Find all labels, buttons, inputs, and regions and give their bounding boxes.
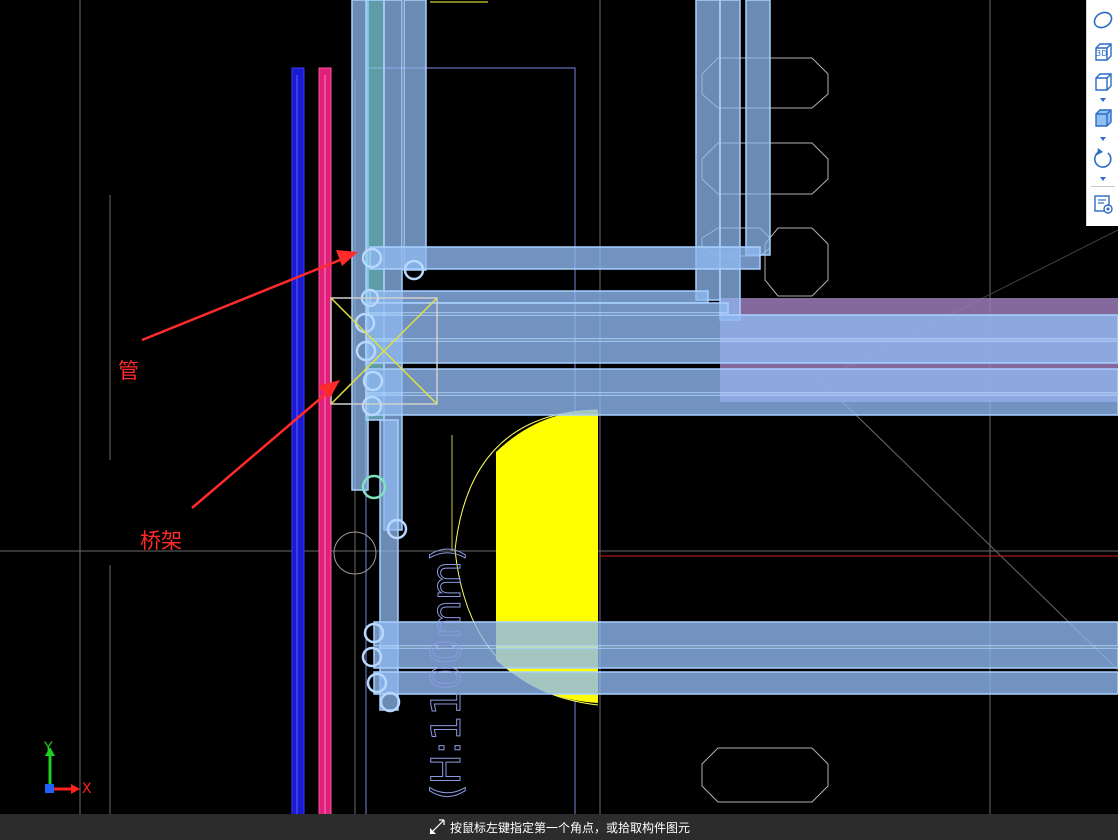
pipe-arrow <box>141 256 346 342</box>
horizontal-pipe <box>365 368 1118 394</box>
tray-arrow <box>191 391 329 509</box>
horizontal-pipe <box>365 314 1118 340</box>
cable-tray-blue[interactable] <box>291 67 305 840</box>
view-settings-icon[interactable] <box>1091 192 1115 216</box>
status-bar: 按鼠标左键指定第一个角点，或拾取构件图元 <box>0 814 1118 840</box>
status-prompt: 按鼠标左键指定第一个角点，或拾取构件图元 <box>450 821 691 835</box>
cad-viewport[interactable]: (H:1100mm) <box>0 0 1118 840</box>
horizontal-pipe <box>369 290 709 304</box>
orbit-icon[interactable] <box>1091 8 1115 32</box>
axis-indicator: Y X <box>40 740 100 802</box>
horizontal-pipe <box>369 246 761 270</box>
pick-point-icon <box>429 819 445 835</box>
horizontal-pipe <box>365 340 1118 364</box>
horizontal-pipe <box>373 647 1118 669</box>
dimension-text: (H:1100mm) <box>424 546 470 801</box>
rotate-icon[interactable] <box>1091 146 1115 170</box>
chevron-down-icon[interactable] <box>1097 175 1109 183</box>
vertical-pipe <box>719 0 741 321</box>
horizontal-pipe <box>365 394 1118 416</box>
wireframe-cube-icon[interactable] <box>1091 70 1115 94</box>
vertical-pipe <box>745 0 771 256</box>
tray-annotation: 桥架 <box>140 529 182 553</box>
toolbar-divider <box>1091 186 1115 187</box>
view-toolbar: 3D <box>1086 0 1118 226</box>
pipe-annotation: 管 <box>118 359 139 383</box>
horizontal-pipe <box>367 302 729 314</box>
x-axis-label: X <box>82 781 92 797</box>
3d-view-icon[interactable]: 3D <box>1091 40 1115 64</box>
horizontal-pipe <box>373 671 1118 695</box>
chevron-down-icon[interactable] <box>1097 135 1109 143</box>
vertical-pipe <box>403 0 427 271</box>
3d-view-label: 3D <box>1096 49 1108 58</box>
y-axis-label: Y <box>44 740 53 756</box>
horizontal-pipe <box>373 621 1118 647</box>
chevron-down-icon[interactable] <box>1097 96 1109 104</box>
shaded-cube-icon[interactable] <box>1091 106 1115 130</box>
